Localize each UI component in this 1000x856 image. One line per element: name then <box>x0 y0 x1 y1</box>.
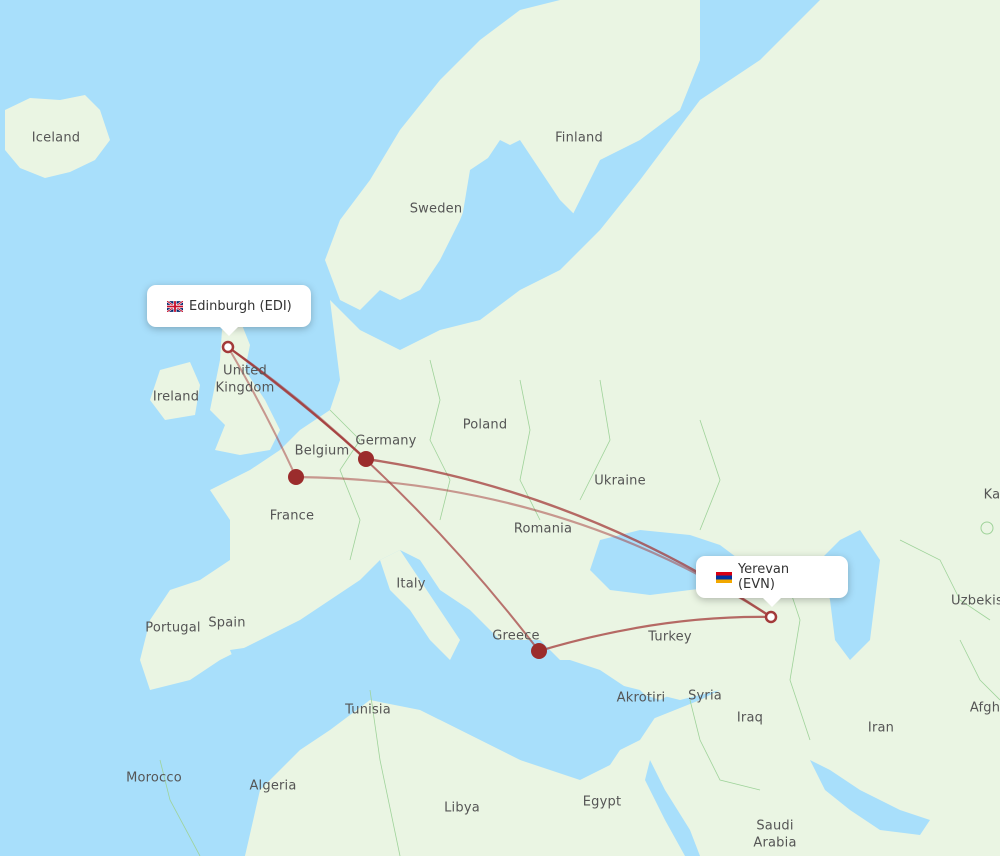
label-iran: Iran <box>867 720 895 736</box>
label-iraq: Iraq <box>736 710 764 726</box>
label-saudi-line1: Saudi <box>756 818 794 834</box>
label-turkey: Turkey <box>648 629 692 645</box>
label-romania: Romania <box>513 521 573 537</box>
label-libya: Libya <box>444 800 480 816</box>
label-uk-line1: United <box>223 363 267 379</box>
label-sweden: Sweden <box>409 201 463 217</box>
hub-marker-greece[interactable] <box>531 643 547 659</box>
hub-marker-france[interactable] <box>288 469 304 485</box>
label-france: France <box>269 508 315 524</box>
label-akrotiri: Akrotiri <box>616 690 666 706</box>
label-tunisia: Tunisia <box>345 702 391 718</box>
armenia-flag-icon <box>716 571 732 583</box>
label-iceland: Iceland <box>31 130 81 146</box>
label-ukraine: Ukraine <box>594 473 646 489</box>
destination-label: Yerevan (EVN) <box>737 562 790 592</box>
destination-marker-evn[interactable] <box>764 610 778 624</box>
label-algeria: Algeria <box>249 778 297 794</box>
hub-marker-germany[interactable] <box>358 451 374 467</box>
destination-popup[interactable]: Yerevan (EVN) <box>696 556 848 607</box>
label-finland: Finland <box>555 130 603 146</box>
label-kazakhstan: Ka <box>983 487 1000 503</box>
label-belgium: Belgium <box>294 443 350 459</box>
label-germany: Germany <box>355 433 417 449</box>
label-uzbekistan: Uzbekis <box>951 593 1000 609</box>
label-greece: Greece <box>492 628 540 644</box>
origin-label: Edinburgh (EDI) <box>189 298 292 314</box>
label-italy: Italy <box>396 576 426 592</box>
label-ireland: Ireland <box>152 389 200 405</box>
label-poland: Poland <box>462 417 508 433</box>
label-spain: Spain <box>208 615 246 631</box>
route-map[interactable]: Iceland Finland Sweden United Kingdom Ir… <box>0 0 1000 856</box>
label-egypt: Egypt <box>582 794 622 810</box>
label-morocco: Morocco <box>126 770 182 786</box>
label-syria: Syria <box>688 688 722 704</box>
label-afghanistan: Afgh <box>969 700 1000 716</box>
uk-flag-icon <box>167 300 183 312</box>
label-saudi-line2: Arabia <box>753 835 797 851</box>
origin-popup[interactable]: Edinburgh (EDI) <box>147 285 311 336</box>
label-portugal: Portugal <box>145 620 201 636</box>
origin-marker-edi[interactable] <box>221 340 235 354</box>
label-uk-line2: Kingdom <box>215 380 275 396</box>
